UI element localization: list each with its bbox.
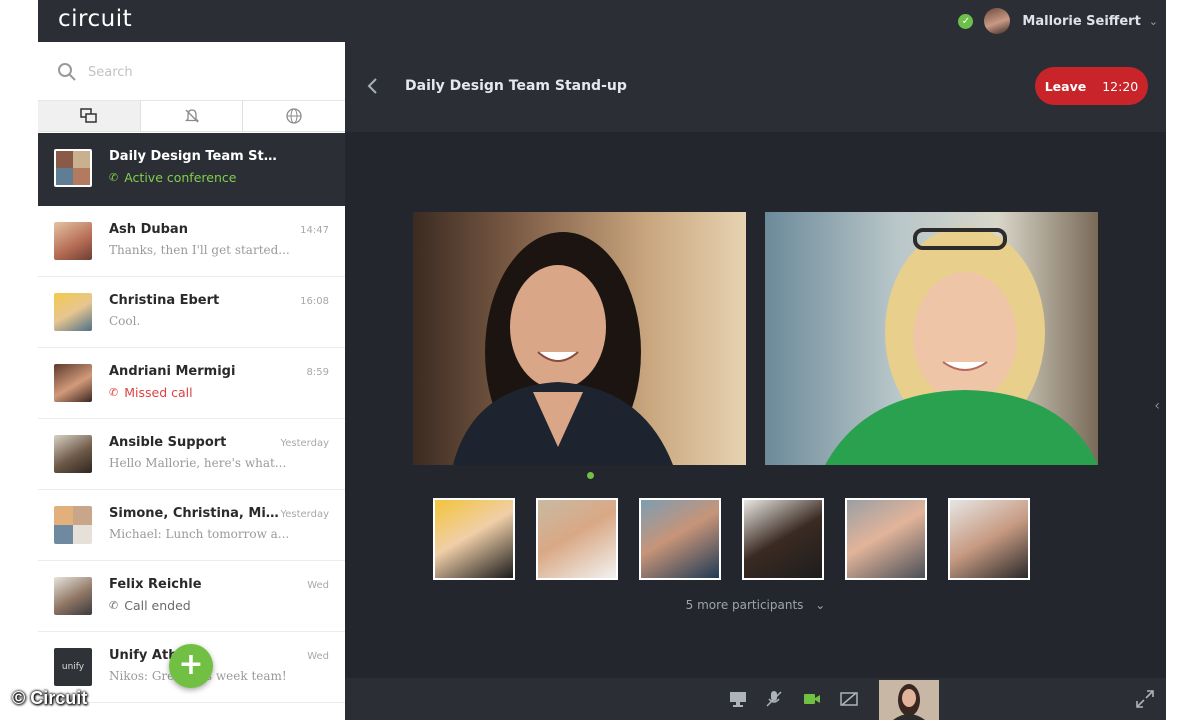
avatar bbox=[54, 222, 92, 260]
call-timer: 12:20 bbox=[1102, 78, 1139, 94]
list-item[interactable]: Andriani Mermigi 8:59 ✆ Missed call bbox=[38, 348, 345, 419]
conversation-time: 8:59 bbox=[306, 367, 329, 378]
participant-thumbnail[interactable] bbox=[433, 498, 515, 580]
list-item[interactable]: Daily Design Team Stand-up ✆ Active conf… bbox=[38, 133, 345, 206]
conversation-snippet: Thanks, then I'll get started... bbox=[109, 243, 290, 257]
conference-view: Daily Design Team Stand-up Leave 12:20 5… bbox=[345, 42, 1166, 720]
chevron-down-icon: ⌄ bbox=[815, 598, 826, 612]
unify-logo: unify bbox=[54, 648, 92, 686]
list-item[interactable]: Christina Ebert 16:08 Cool. bbox=[38, 277, 345, 348]
screen-share-icon[interactable] bbox=[728, 689, 748, 709]
conversation-name: Andriani Mermigi bbox=[109, 364, 236, 379]
participant-thumbnail[interactable] bbox=[948, 498, 1030, 580]
video-tile-speaker-1[interactable] bbox=[413, 212, 746, 465]
status-text: Active conference bbox=[124, 170, 237, 185]
participant-thumbnail[interactable] bbox=[742, 498, 824, 580]
active-speaker-indicator bbox=[587, 472, 594, 479]
phone-icon: ✆ bbox=[109, 386, 119, 399]
chevron-left-icon[interactable]: ‹ bbox=[1154, 398, 1160, 414]
list-item[interactable]: Simone, Christina, Mic... Yesterday Mich… bbox=[38, 490, 345, 561]
conversation-time: Wed bbox=[307, 651, 329, 662]
conversation-time: 14:47 bbox=[300, 225, 329, 236]
list-item[interactable]: Felix Reichle Wed ✆ Call ended bbox=[38, 561, 345, 632]
sidebar-tabs bbox=[38, 101, 345, 132]
avatar-text: unify bbox=[61, 662, 85, 672]
group-avatar bbox=[54, 506, 92, 544]
top-bar: circuit ✓ Mallorie Seiffert ⌄ bbox=[38, 0, 1166, 42]
participant-strip bbox=[433, 498, 1083, 580]
participant-thumbnail[interactable] bbox=[845, 498, 927, 580]
conversations-icon bbox=[80, 108, 97, 123]
self-view-video[interactable] bbox=[879, 680, 939, 720]
tab-conversations[interactable] bbox=[38, 101, 141, 131]
conversation-status: ✆ Active conference bbox=[109, 170, 236, 185]
avatar bbox=[54, 293, 92, 331]
fullscreen-icon[interactable] bbox=[1134, 688, 1156, 710]
list-item[interactable]: Ansible Support Yesterday Hello Mallorie… bbox=[38, 419, 345, 490]
conversation-name: Ash Duban bbox=[109, 222, 188, 237]
search-icon bbox=[58, 63, 76, 81]
conversation-name: Ansible Support bbox=[109, 435, 227, 450]
leave-label: Leave bbox=[1044, 78, 1087, 94]
conversation-status: ✆ Missed call bbox=[109, 385, 193, 400]
participant-video bbox=[825, 227, 1098, 465]
app-window: circuit ✓ Mallorie Seiffert ⌄ Search Dai… bbox=[38, 0, 1166, 720]
conversation-name: Felix Reichle bbox=[109, 577, 202, 592]
status-available-icon: ✓ bbox=[958, 13, 974, 29]
muted-bell-icon bbox=[184, 109, 199, 123]
tab-muted[interactable] bbox=[141, 101, 244, 131]
conversation-time: Yesterday bbox=[280, 509, 329, 520]
conversation-time: 16:08 bbox=[300, 296, 329, 307]
video-tile-speaker-2[interactable] bbox=[765, 212, 1098, 465]
video-camera-icon[interactable] bbox=[802, 689, 822, 709]
participant-thumbnail[interactable] bbox=[639, 498, 721, 580]
user-avatar bbox=[984, 8, 1011, 34]
conversation-name: Daily Design Team Stand-up bbox=[109, 149, 279, 164]
app-logo: circuit bbox=[58, 6, 133, 32]
conversation-name: Unify Ath bbox=[109, 648, 178, 663]
leave-button[interactable]: Leave 12:20 bbox=[1035, 67, 1148, 105]
list-item[interactable]: Ash Duban 14:47 Thanks, then I'll get st… bbox=[38, 206, 345, 277]
sidebar: Daily Design Team Stand-up ✆ Active conf… bbox=[38, 42, 345, 720]
conference-title: Daily Design Team Stand-up bbox=[405, 78, 627, 94]
group-avatar bbox=[54, 149, 92, 187]
conversation-name: Simone, Christina, Mic... bbox=[109, 506, 279, 521]
mute-microphone-icon[interactable] bbox=[764, 689, 784, 709]
globe-icon bbox=[286, 108, 302, 124]
conference-header: Daily Design Team Stand-up Leave 12:20 bbox=[345, 42, 1166, 132]
participant-thumbnail[interactable] bbox=[536, 498, 618, 580]
status-text: Missed call bbox=[124, 385, 193, 400]
back-icon[interactable] bbox=[363, 76, 383, 96]
hide-video-icon[interactable] bbox=[839, 689, 859, 709]
search-bar bbox=[38, 42, 345, 101]
phone-icon: ✆ bbox=[109, 599, 119, 612]
tab-globe[interactable] bbox=[243, 101, 345, 131]
conversation-status: ✆ Call ended bbox=[109, 598, 191, 613]
participant-video bbox=[453, 232, 673, 465]
avatar bbox=[54, 435, 92, 473]
conversation-list: Daily Design Team Stand-up ✆ Active conf… bbox=[38, 133, 345, 703]
conversation-time: Wed bbox=[307, 580, 329, 591]
chevron-down-icon: ⌄ bbox=[1148, 14, 1158, 28]
call-controls bbox=[345, 678, 1166, 720]
avatar bbox=[54, 364, 92, 402]
more-participants-label: 5 more participants bbox=[685, 598, 804, 612]
avatar bbox=[54, 577, 92, 615]
copyright-watermark: © Circuit bbox=[12, 688, 88, 708]
phone-icon: ✆ bbox=[109, 171, 119, 184]
conversation-snippet: Cool. bbox=[109, 314, 141, 328]
conversation-snippet: Hello Mallorie, here's what... bbox=[109, 456, 287, 470]
conversation-name: Christina Ebert bbox=[109, 293, 220, 308]
user-menu[interactable]: ✓ Mallorie Seiffert ⌄ bbox=[958, 6, 1158, 36]
new-conversation-button[interactable]: + bbox=[169, 644, 213, 688]
conversation-time: Yesterday bbox=[280, 438, 329, 449]
conversation-snippet: Michael: Lunch tomorrow a... bbox=[109, 527, 290, 541]
status-text: Call ended bbox=[124, 598, 191, 613]
user-name: Mallorie Seiffert bbox=[1022, 13, 1141, 29]
self-view-image bbox=[879, 680, 939, 720]
more-participants-toggle[interactable]: 5 more participants ⌄ bbox=[345, 598, 1166, 612]
search-input[interactable] bbox=[88, 60, 318, 84]
